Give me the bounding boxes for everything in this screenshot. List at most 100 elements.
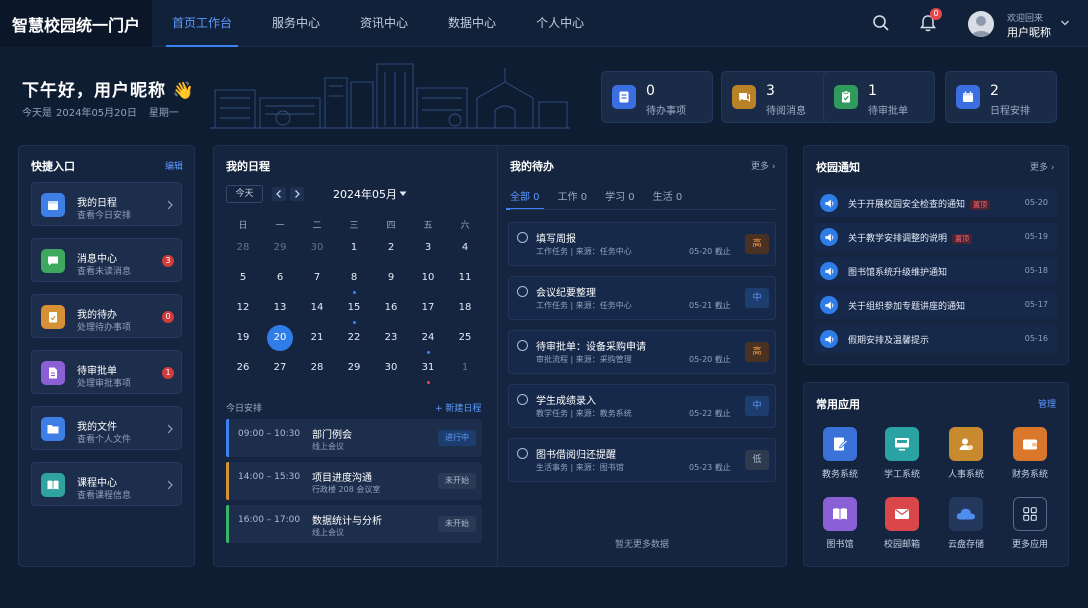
- calendar-day[interactable]: 10: [415, 265, 441, 291]
- todo-item[interactable]: 待审批单：设备采购申请 审批流程 | 来源：采购管理 05-20 截止 高: [508, 330, 776, 374]
- calendar-day[interactable]: 1: [341, 235, 367, 261]
- calendar-day[interactable]: 13: [267, 295, 293, 321]
- edit-link[interactable]: 编辑: [165, 159, 183, 172]
- calendar-day[interactable]: 20: [267, 325, 293, 351]
- schedule-item[interactable]: 14:00 – 15:30 项目进度沟通 行政楼 208 会议室 未开始: [226, 462, 482, 500]
- calendar-day[interactable]: 27: [267, 355, 293, 381]
- calendar-day[interactable]: 23: [378, 325, 404, 351]
- todo-checkbox[interactable]: [517, 394, 528, 405]
- calendar-day[interactable]: 28: [230, 235, 256, 261]
- menu-home[interactable]: 首页工作台: [152, 0, 252, 47]
- app-academic[interactable]: 教务系统: [814, 427, 866, 480]
- manage-link[interactable]: 管理: [1038, 397, 1056, 410]
- quick-item-courses[interactable]: 课程中心 查看课程信息: [31, 462, 182, 506]
- calendar-day[interactable]: 8: [341, 265, 367, 291]
- avatar[interactable]: [968, 11, 994, 37]
- calendar-day[interactable]: 24: [415, 325, 441, 351]
- todo-item[interactable]: 填写周报 工作任务 | 来源：任务中心 05-20 截止 高: [508, 222, 776, 266]
- menu-news[interactable]: 资讯中心: [340, 0, 428, 47]
- calendar-day[interactable]: 16: [378, 295, 404, 321]
- quick-item-approvals[interactable]: 待审批单 处理审批事项 1: [31, 350, 182, 394]
- notice-item[interactable]: 关于开展校园安全检查的通知 置顶 05-20: [814, 189, 1058, 217]
- app-student-affairs[interactable]: 学工系统: [876, 427, 928, 480]
- stat-card-schedule[interactable]: 2 日程安排: [945, 71, 1057, 123]
- stat-card-messages[interactable]: 3 待阅消息: [721, 71, 833, 123]
- app-mail[interactable]: 校园邮箱: [876, 497, 928, 550]
- tab-study[interactable]: 学习 0: [605, 188, 635, 203]
- calendar-day[interactable]: 5: [230, 265, 256, 291]
- calendar-day[interactable]: 19: [230, 325, 256, 351]
- chevron-right-icon[interactable]: [290, 187, 304, 201]
- notice-item[interactable]: 图书馆系统升级维护通知 05-18: [814, 257, 1058, 285]
- app-cloud[interactable]: 云盘存储: [940, 497, 992, 550]
- calendar-day[interactable]: 28: [304, 355, 330, 381]
- edit-doc-icon: [823, 427, 857, 461]
- app-more[interactable]: 更多应用: [1004, 497, 1056, 550]
- calendar-day[interactable]: 17: [415, 295, 441, 321]
- search-icon[interactable]: [872, 14, 890, 32]
- calendar-day[interactable]: 29: [267, 235, 293, 261]
- calendar-day[interactable]: 31: [415, 355, 441, 381]
- calendar-day[interactable]: 3: [415, 235, 441, 261]
- calendar-day[interactable]: 22: [341, 325, 367, 351]
- chevron-down-icon[interactable]: [1060, 18, 1070, 28]
- menu-service[interactable]: 服务中心: [252, 0, 340, 47]
- todo-checkbox[interactable]: [517, 448, 528, 459]
- todo-checkbox[interactable]: [517, 340, 528, 351]
- quick-item-todo[interactable]: 我的待办 处理待办事项 0: [31, 294, 182, 338]
- calendar-day[interactable]: 25: [452, 325, 478, 351]
- quick-item-messages[interactable]: 消息中心 查看未读消息 3: [31, 238, 182, 282]
- calendar-day[interactable]: 6: [267, 265, 293, 291]
- notices-more-link[interactable]: 更多 ›: [1030, 160, 1054, 173]
- todo-checkbox[interactable]: [517, 286, 528, 297]
- calendar-day[interactable]: 9: [378, 265, 404, 291]
- schedule-item[interactable]: 16:00 – 17:00 数据统计与分析 线上会议 未开始: [226, 505, 482, 543]
- calendar-day[interactable]: 12: [230, 295, 256, 321]
- notice-item[interactable]: 关于组织参加专题讲座的通知 05-17: [814, 291, 1058, 319]
- stat-card-approvals[interactable]: 1 待审批单: [823, 71, 935, 123]
- quick-item-title: 消息中心: [77, 254, 117, 265]
- menu-data[interactable]: 数据中心: [428, 0, 516, 47]
- calendar-day[interactable]: 21: [304, 325, 330, 351]
- calendar-day[interactable]: 29: [341, 355, 367, 381]
- calendar-day[interactable]: 15: [341, 295, 367, 321]
- quick-item-files[interactable]: 我的文件 查看个人文件: [31, 406, 182, 450]
- calendar-day[interactable]: 11: [452, 265, 478, 291]
- todo-more-link[interactable]: 更多 ›: [751, 159, 775, 172]
- calendar-day[interactable]: 14: [304, 295, 330, 321]
- calendar-day[interactable]: 30: [378, 355, 404, 381]
- todo-item[interactable]: 学生成绩录入 教学任务 | 来源：教务系统 05-22 截止 中: [508, 384, 776, 428]
- calendar-day[interactable]: 1: [452, 355, 478, 381]
- calendar-day[interactable]: 18: [452, 295, 478, 321]
- stat-label: 待阅消息: [766, 106, 806, 117]
- calendar-day[interactable]: 4: [452, 235, 478, 261]
- todo-item[interactable]: 会议纪要整理 工作任务 | 来源：任务中心 05-21 截止 中: [508, 276, 776, 320]
- tab-all[interactable]: 全部 0: [506, 188, 544, 210]
- app-library[interactable]: 图书馆: [814, 497, 866, 550]
- calendar-day[interactable]: 26: [230, 355, 256, 381]
- app-hr[interactable]: 人事系统: [940, 427, 992, 480]
- todo-item[interactable]: 图书借阅归还提醒 生活事务 | 来源：图书馆 05-23 截止 低: [508, 438, 776, 482]
- stat-card-todo[interactable]: 0 待办事项: [601, 71, 713, 123]
- quick-item-schedule[interactable]: 我的日程 查看今日安排: [31, 182, 182, 226]
- notice-title-text: 关于开展校园安全检查的通知: [848, 200, 966, 210]
- menu-personal[interactable]: 个人中心: [516, 0, 604, 47]
- tab-life[interactable]: 生活 0: [653, 188, 683, 203]
- calendar-day[interactable]: 30: [304, 235, 330, 261]
- notice-item[interactable]: 假期安排及温馨提示 05-16: [814, 325, 1058, 353]
- tab-work[interactable]: 工作 0: [558, 188, 588, 203]
- schedule-item[interactable]: 09:00 – 10:30 部门例会 线上会议 进行中: [226, 419, 482, 457]
- calendar-day[interactable]: 7: [304, 265, 330, 291]
- chevron-left-icon[interactable]: [272, 187, 286, 201]
- schedule-todo-panel: 我的日程 今天 2024年05月 日一二三四五六 28 29 30 1 2 3 4 5 6 7 8 9…: [213, 145, 787, 567]
- brand-title[interactable]: 智慧校园统一门户: [0, 0, 152, 47]
- user-name[interactable]: 用户昵称: [1007, 24, 1051, 40]
- caret-down-icon[interactable]: [399, 191, 407, 197]
- month-label[interactable]: 2024年05月: [333, 186, 397, 202]
- today-button[interactable]: 今天: [226, 185, 263, 203]
- calendar-day[interactable]: 2: [378, 235, 404, 261]
- notice-item[interactable]: 关于教学安排调整的说明 置顶 05-19: [814, 223, 1058, 251]
- new-schedule-link[interactable]: + 新建日程: [435, 401, 481, 414]
- app-finance[interactable]: 财务系统: [1004, 427, 1056, 480]
- todo-checkbox[interactable]: [517, 232, 528, 243]
